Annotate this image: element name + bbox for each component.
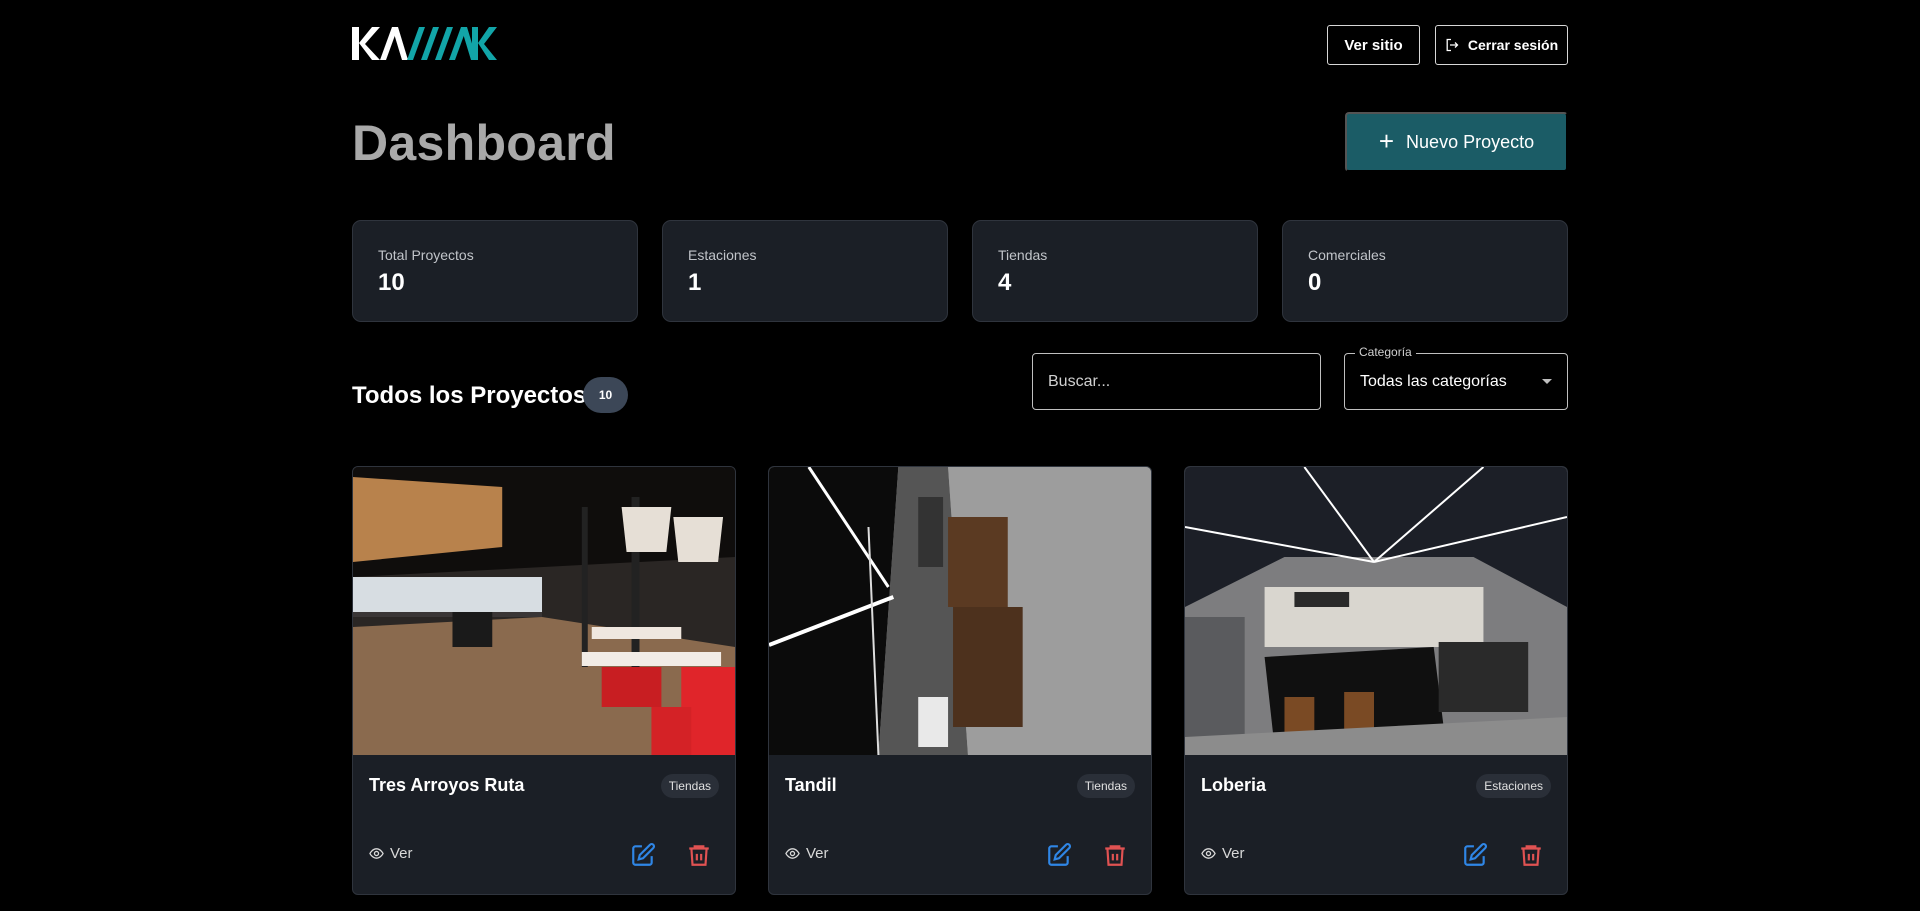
edit-icon[interactable] bbox=[630, 842, 656, 868]
project-card[interactable]: Tres Arroyos Ruta Tiendas Ver bbox=[352, 466, 736, 895]
category-select-label: Categoría bbox=[1355, 345, 1416, 359]
category-select-value: Todas las categorías bbox=[1360, 373, 1507, 390]
eye-icon bbox=[369, 848, 384, 859]
trash-icon[interactable] bbox=[1518, 842, 1544, 868]
plus-icon: + bbox=[1378, 125, 1395, 156]
dashboard-page: Ver sitio Cerrar sesión Dashboard + Nuev… bbox=[352, 0, 1568, 911]
view-link[interactable]: Ver bbox=[785, 845, 829, 862]
edit-icon[interactable] bbox=[1462, 842, 1488, 868]
project-image[interactable] bbox=[769, 467, 1151, 755]
stat-label: Tiendas bbox=[998, 247, 1048, 263]
view-label: Ver bbox=[1222, 845, 1245, 862]
logout-icon bbox=[1446, 38, 1459, 52]
ver-sitio-label: Ver sitio bbox=[1344, 36, 1403, 54]
stat-label: Comerciales bbox=[1308, 247, 1386, 263]
project-name: Tres Arroyos Ruta bbox=[369, 775, 525, 795]
category-select[interactable]: Categoría Todas las categorías bbox=[1344, 345, 1568, 410]
logo-mark bbox=[352, 27, 497, 60]
view-link[interactable]: Ver bbox=[1201, 845, 1245, 862]
stat-value: 0 bbox=[1308, 269, 1322, 296]
eye-icon bbox=[785, 848, 800, 859]
stat-label: Total Proyectos bbox=[378, 247, 474, 263]
dropdown-caret-icon bbox=[1542, 379, 1552, 384]
search-input[interactable] bbox=[1032, 353, 1321, 410]
view-label: Ver bbox=[390, 845, 413, 862]
stat-value: 10 bbox=[378, 269, 405, 296]
project-image[interactable] bbox=[353, 467, 735, 755]
category-tag: Tiendas bbox=[660, 774, 719, 798]
project-card[interactable]: Loberia Estaciones Ver bbox=[1184, 466, 1568, 895]
nuevo-proyecto-button[interactable]: + Nuevo Proyecto bbox=[1345, 112, 1568, 172]
stat-label: Estaciones bbox=[688, 247, 757, 263]
category-tag: Estaciones bbox=[1476, 774, 1551, 798]
ver-sitio-button[interactable]: Ver sitio bbox=[1327, 25, 1420, 65]
stat-total-proyectos: Total Proyectos 10 bbox=[352, 220, 638, 322]
section-title: Todos los Proyectos bbox=[352, 382, 587, 409]
project-image[interactable] bbox=[1185, 467, 1567, 755]
view-label: Ver bbox=[806, 845, 829, 862]
stat-comerciales: Comerciales 0 bbox=[1282, 220, 1568, 322]
project-name: Loberia bbox=[1201, 775, 1267, 795]
edit-icon[interactable] bbox=[1046, 842, 1072, 868]
trash-icon[interactable] bbox=[686, 842, 712, 868]
category-tag: Tiendas bbox=[1076, 774, 1135, 798]
cerrar-sesion-label: Cerrar sesión bbox=[1467, 37, 1559, 53]
cerrar-sesion-button[interactable]: Cerrar sesión bbox=[1435, 25, 1568, 65]
stat-estaciones: Estaciones 1 bbox=[662, 220, 948, 322]
stat-value: 1 bbox=[688, 269, 702, 296]
project-count-badge: 10 bbox=[583, 377, 628, 413]
project-name: Tandil bbox=[785, 775, 837, 795]
eye-icon bbox=[1201, 848, 1216, 859]
view-link[interactable]: Ver bbox=[369, 845, 413, 862]
stat-tiendas: Tiendas 4 bbox=[972, 220, 1258, 322]
kamak-logo[interactable] bbox=[352, 24, 497, 64]
nuevo-proyecto-label: Nuevo Proyecto bbox=[1406, 131, 1535, 152]
page-title: Dashboard bbox=[352, 115, 616, 171]
stat-value: 4 bbox=[998, 269, 1012, 296]
project-card[interactable]: Tandil Tiendas Ver bbox=[768, 466, 1152, 895]
trash-icon[interactable] bbox=[1102, 842, 1128, 868]
